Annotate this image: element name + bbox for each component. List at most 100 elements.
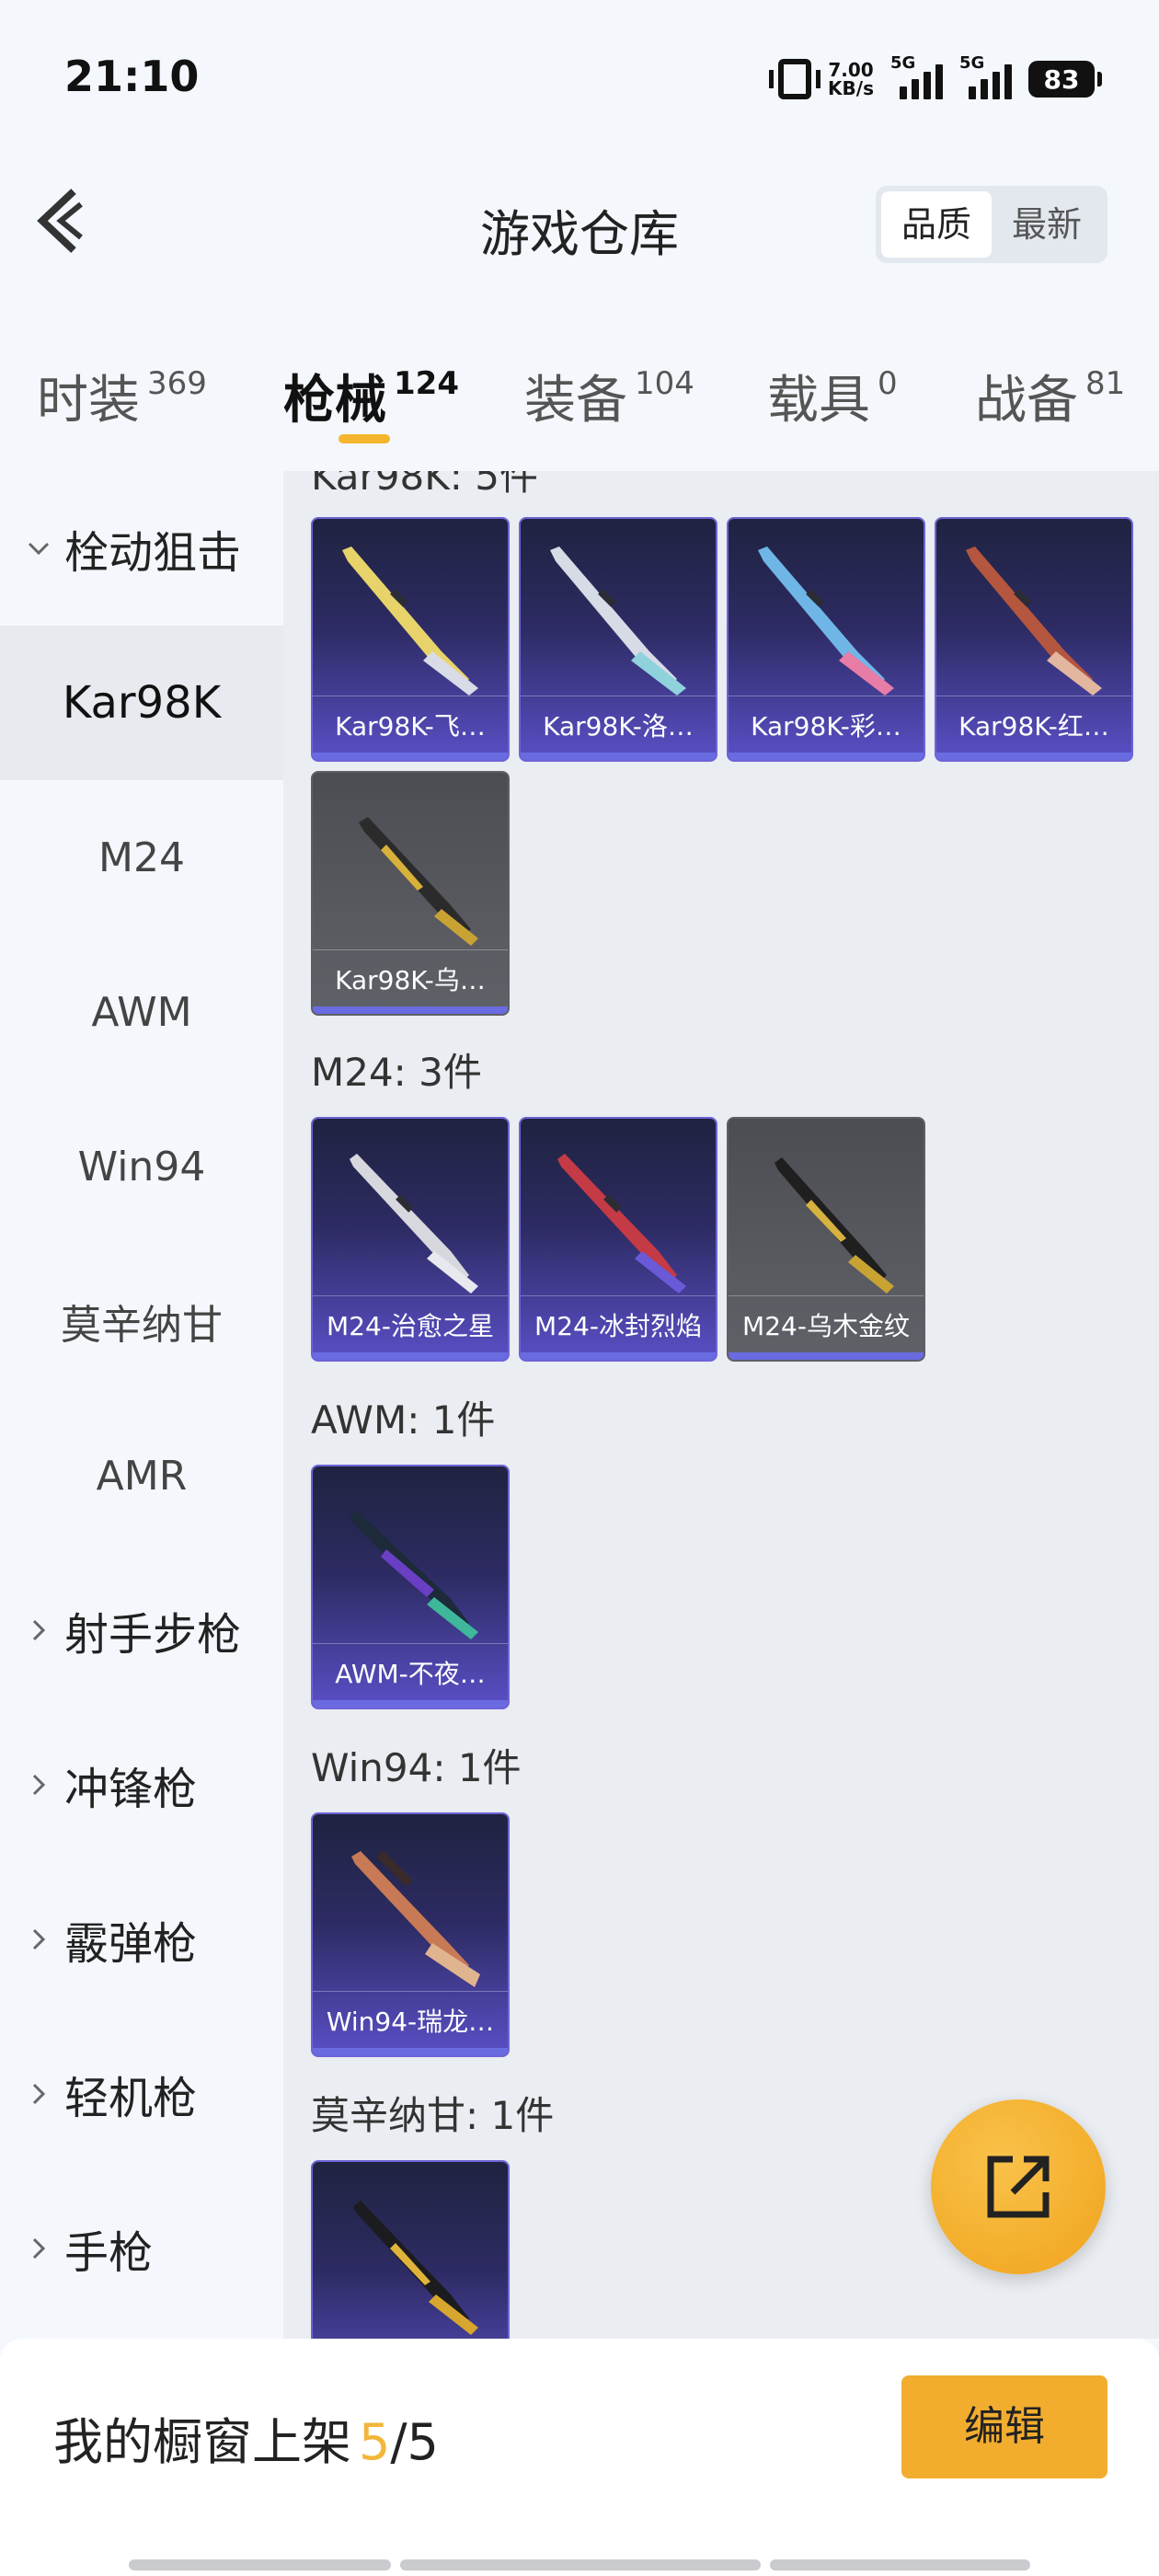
status-icons: 7.00 KB/s 5G 5G 83 — [769, 53, 1102, 103]
quality-stripe — [313, 753, 508, 760]
app-header: 游戏仓库 品质 最新 — [0, 147, 1159, 304]
status-bar: 21:10 7.00 KB/s 5G 5G 83 — [0, 0, 1159, 147]
skin-card-label: M24-冰封烈焰 — [534, 1311, 702, 1341]
quality-stripe — [729, 753, 924, 760]
skin-card-label: Kar98K-彩… — [751, 711, 901, 742]
tab-fashion-count: 369 — [147, 365, 207, 402]
sidebar-item-amr[interactable]: AMR — [0, 1398, 283, 1553]
skin-card[interactable]: Kar98K-洛… — [519, 517, 717, 762]
tab-supplies[interactable]: 战备 81 — [975, 359, 1125, 433]
quality-stripe — [313, 1352, 508, 1360]
sim2-label: 5G — [959, 53, 985, 73]
tab-vehicles[interactable]: 载具 0 — [767, 359, 898, 433]
rifle-icon — [557, 1154, 686, 1294]
group-title-mosin: 莫辛纳甘: 1件 — [311, 2093, 555, 2138]
rifle-icon — [966, 546, 1102, 696]
tab-fashion-label: 时装 — [37, 371, 140, 431]
sidebar-item-label: 栓动狙击 — [64, 527, 242, 579]
quality-stripe — [313, 1700, 508, 1708]
battery-icon: 83 — [1028, 61, 1102, 98]
skin-card[interactable]: AWM-不夜… — [311, 1465, 510, 1709]
signal-icon-sim1: 5G — [890, 53, 943, 99]
quality-stripe — [936, 753, 1131, 760]
network-speed-value: 7.00 — [828, 59, 874, 81]
skin-card[interactable]: Kar98K-彩… — [727, 517, 925, 762]
network-speed-unit: KB/s — [828, 77, 874, 99]
signal-icon-sim2: 5G — [959, 53, 1012, 99]
rifle-icon — [350, 1511, 478, 1639]
tab-supplies-label: 战备 — [975, 371, 1078, 431]
sidebar-item-label: Win94 — [77, 1143, 206, 1190]
sidebar-item-label: AWM — [91, 988, 192, 1036]
vibrate-icon — [769, 59, 821, 99]
showcase-total: /5 — [390, 2413, 439, 2471]
tab-equipment[interactable]: 装备 104 — [524, 359, 694, 433]
sidebar-item-kar98k[interactable]: Kar98K — [0, 626, 283, 780]
sidebar-item-label: AMR — [96, 1452, 188, 1500]
skin-card[interactable]: Kar98K-红… — [935, 517, 1133, 762]
skin-card[interactable]: M24-治愈之星 — [311, 1117, 510, 1362]
rifle-icon — [351, 1850, 480, 1987]
sidebar-item-m24[interactable]: M24 — [0, 780, 283, 935]
sidebar-item-label: Kar98K — [62, 677, 222, 729]
skin-card-label: Win94-瑞龙… — [326, 2007, 495, 2037]
skin-card[interactable] — [311, 2160, 510, 2339]
gesture-bar — [129, 2559, 1030, 2570]
showcase-bar: 我的橱窗上架 5/5 编辑 — [0, 2339, 1159, 2576]
tab-guns-label: 枪械 — [283, 371, 386, 431]
skin-card-label: M24-乌木金纹 — [742, 1311, 910, 1341]
sort-option-quality[interactable]: 品质 — [881, 191, 992, 258]
sim1-label: 5G — [890, 53, 916, 73]
sidebar-item-marksman-rifle[interactable]: 射手步枪 — [0, 1553, 283, 1708]
skin-card[interactable]: Kar98K-乌… — [311, 771, 510, 1016]
tab-fashion[interactable]: 时装 369 — [37, 359, 207, 433]
skin-card-label: Kar98K-乌… — [335, 965, 486, 995]
sidebar-item-pistol[interactable]: 手枪 — [0, 2171, 283, 2326]
tab-vehicles-label: 载具 — [767, 371, 870, 431]
skin-card[interactable]: M24-乌木金纹 — [727, 1117, 925, 1362]
rifle-icon — [350, 1154, 478, 1294]
skin-card[interactable]: Win94-瑞龙… — [311, 1812, 510, 2057]
quality-stripe — [521, 1352, 716, 1360]
chevron-right-icon — [32, 2083, 46, 2105]
sidebar-item-label: 射手步枪 — [64, 1609, 242, 1661]
network-speed: 7.00 KB/s — [828, 61, 874, 98]
sort-option-newest[interactable]: 最新 — [992, 191, 1102, 258]
chevron-down-icon — [28, 542, 50, 556]
skin-card[interactable]: M24-冰封烈焰 — [519, 1117, 717, 1362]
sidebar-item-smg[interactable]: 冲锋枪 — [0, 1708, 283, 1862]
rifle-icon — [758, 546, 894, 696]
edit-button[interactable]: 编辑 — [901, 2375, 1107, 2478]
skin-card[interactable]: Kar98K-飞… — [311, 517, 510, 762]
sidebar-item-bolt-action[interactable]: 栓动狙击 — [0, 471, 283, 626]
tab-vehicles-count: 0 — [878, 365, 898, 402]
sidebar-item-label: M24 — [98, 834, 185, 881]
showcase-count: 5 — [359, 2413, 391, 2471]
tab-guns[interactable]: 枪械 124 — [283, 359, 459, 433]
rifle-icon — [550, 546, 686, 696]
showcase-status: 我的橱窗上架 5/5 — [53, 2401, 439, 2474]
sidebar-item-label: 手枪 — [64, 2227, 154, 2279]
sidebar-item-mosin[interactable]: 莫辛纳甘 — [0, 1244, 283, 1398]
rifle-icon — [342, 546, 478, 696]
weapon-category-sidebar: 栓动狙击 Kar98K M24 AWM Win94 莫辛纳甘 AMR 射手步枪 … — [0, 471, 283, 2339]
sort-toggle: 品质 最新 — [876, 186, 1107, 263]
group-title-awm: AWM: 1件 — [311, 1397, 496, 1443]
sidebar-item-win94[interactable]: Win94 — [0, 1089, 283, 1244]
share-external-icon — [987, 2156, 1050, 2218]
sidebar-item-shotgun[interactable]: 霰弹枪 — [0, 1862, 283, 2017]
quality-stripe — [729, 1352, 924, 1360]
sidebar-item-lmg[interactable]: 轻机枪 — [0, 2017, 283, 2171]
tab-equipment-count: 104 — [635, 365, 694, 402]
showcase-label: 我的橱窗上架 — [53, 2413, 351, 2471]
active-tab-indicator — [339, 434, 390, 443]
skin-card-label: Kar98K-洛… — [543, 711, 694, 742]
sidebar-item-label: 冲锋枪 — [64, 1764, 198, 1815]
share-button[interactable] — [931, 2099, 1106, 2274]
sidebar-item-awm[interactable]: AWM — [0, 935, 283, 1089]
tab-equipment-label: 装备 — [524, 371, 627, 431]
rifle-icon — [353, 2201, 478, 2335]
chevron-right-icon — [32, 1928, 46, 1950]
tab-supplies-count: 81 — [1085, 365, 1126, 402]
skin-card-label: Kar98K-飞… — [335, 711, 486, 742]
